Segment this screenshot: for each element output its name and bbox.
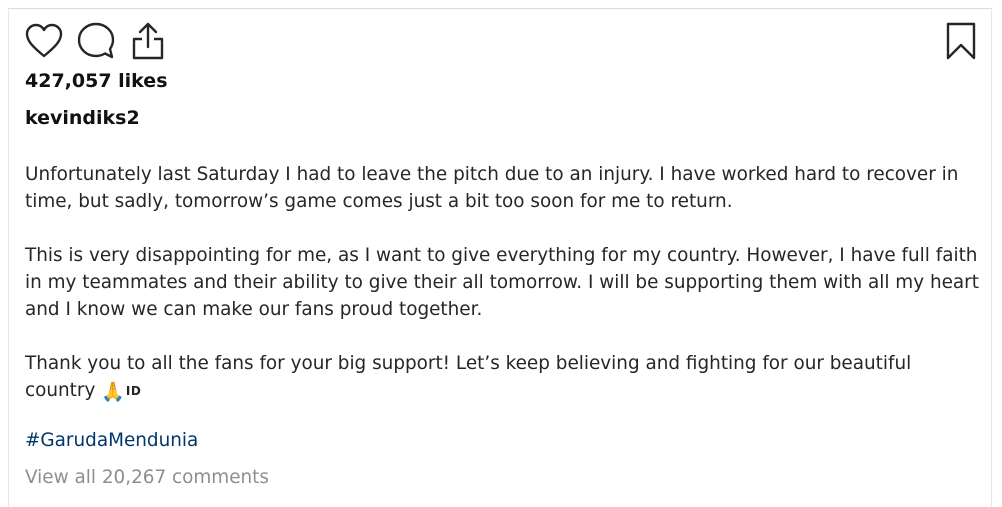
hashtag-link[interactable]: #GarudaMendunia [25, 430, 198, 451]
post-caption: Unfortunately last Saturday I had to lea… [25, 161, 985, 406]
share-button[interactable] [128, 21, 168, 61]
caption-paragraph: Unfortunately last Saturday I had to lea… [25, 164, 959, 212]
post-username[interactable]: kevindiks2 [25, 107, 140, 129]
likes-count[interactable]: 427,057 likes [25, 70, 168, 92]
like-button[interactable] [24, 21, 64, 61]
post-card: 427,057 likes kevindiks2 Unfortunately l… [8, 8, 992, 507]
caption-paragraph: This is very disappointing for me, as I … [25, 245, 979, 320]
share-icon [132, 22, 164, 60]
comment-bubble-icon [77, 22, 115, 59]
comment-button[interactable] [76, 21, 116, 61]
post-action-bar [24, 19, 180, 63]
caption-paragraph-last: Thank you to all the fans for your big s… [25, 350, 985, 406]
heart-icon [25, 23, 63, 58]
caption-text: Thank you to all the fans for your big s… [25, 353, 912, 401]
praying-hands-emoji: 🙏 [101, 381, 125, 403]
flag-id-emoji: ID [125, 384, 142, 398]
bookmark-icon [946, 22, 976, 60]
save-button[interactable] [941, 21, 981, 61]
view-all-comments-link[interactable]: View all 20,267 comments [25, 467, 269, 488]
